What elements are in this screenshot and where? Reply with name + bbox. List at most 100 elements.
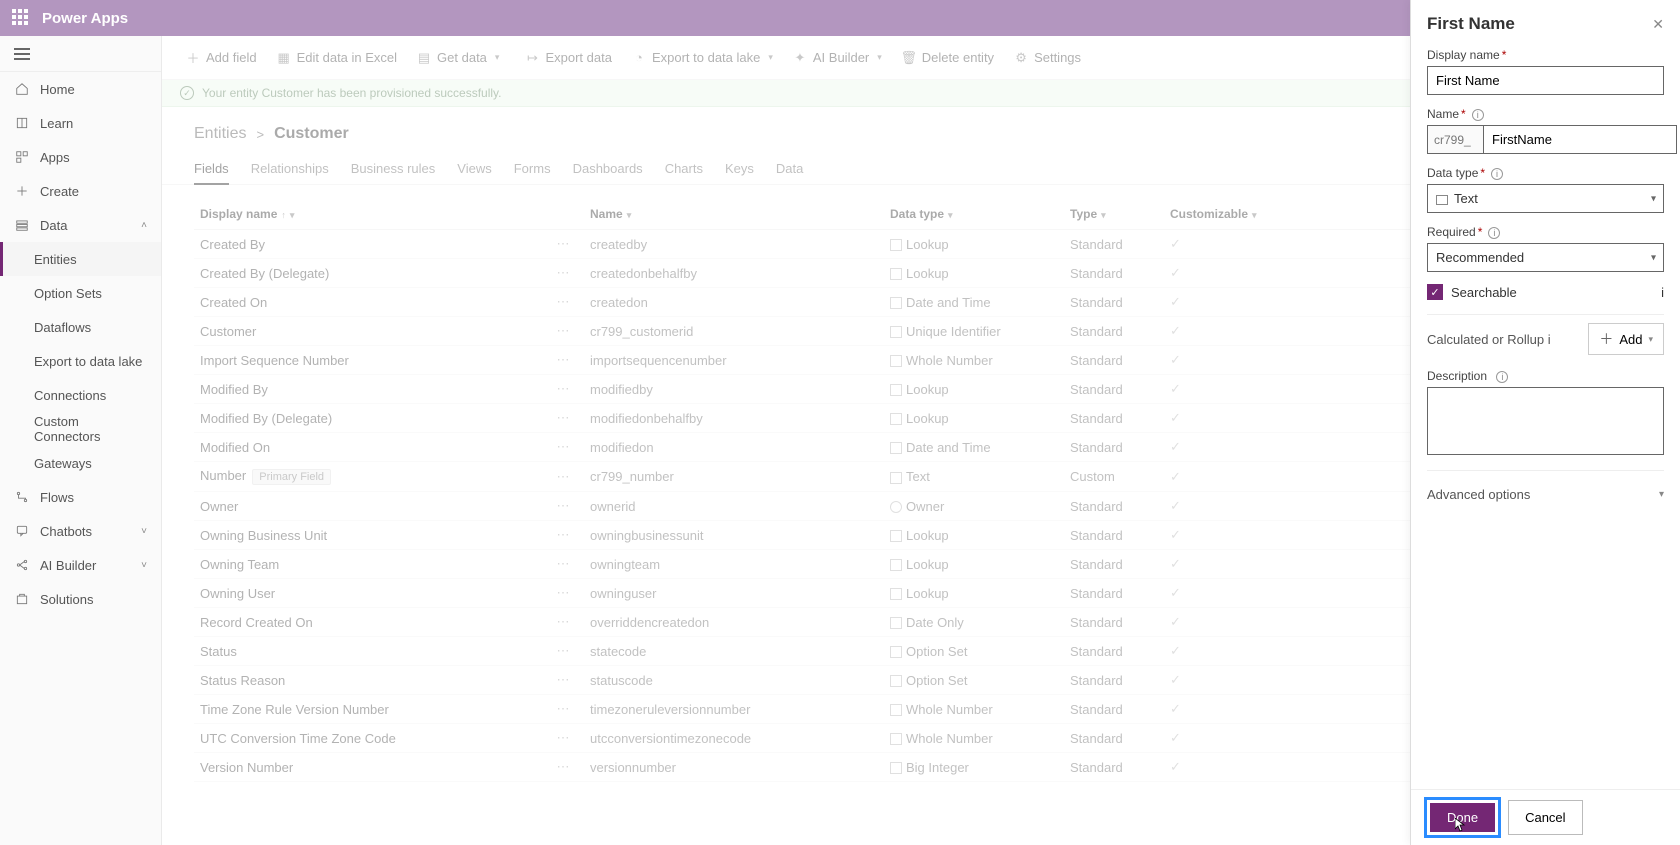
col-name[interactable]: Name▾ bbox=[584, 199, 884, 230]
row-more-button[interactable]: ⋯ bbox=[544, 288, 584, 317]
breadcrumb-separator: > bbox=[256, 127, 264, 142]
row-more-button[interactable]: ⋯ bbox=[544, 608, 584, 637]
info-icon[interactable]: i bbox=[1488, 227, 1500, 239]
tab-charts[interactable]: Charts bbox=[665, 153, 703, 184]
tab-relationships[interactable]: Relationships bbox=[251, 153, 329, 184]
row-more-button[interactable]: ⋯ bbox=[544, 375, 584, 404]
row-more-button[interactable]: ⋯ bbox=[544, 317, 584, 346]
required-select[interactable]: Recommended bbox=[1427, 243, 1664, 272]
cancel-button[interactable]: Cancel bbox=[1508, 800, 1582, 835]
sidebar-item-export-to-data-lake[interactable]: Export to data lake bbox=[0, 344, 161, 378]
primary-field-badge: Primary Field bbox=[252, 469, 331, 485]
cell-data-type: Lookup bbox=[884, 230, 1064, 259]
datatype-icon bbox=[890, 762, 902, 774]
cell-data-type: Option Set bbox=[884, 637, 1064, 666]
hamburger-icon[interactable] bbox=[14, 48, 30, 60]
sidebar-item-apps[interactable]: Apps bbox=[0, 140, 161, 174]
row-more-button[interactable]: ⋯ bbox=[544, 521, 584, 550]
done-button[interactable]: Done bbox=[1430, 803, 1495, 832]
delete-entity-button[interactable]: 🗑Delete entity bbox=[896, 46, 1000, 69]
cell-display-name: Version Number bbox=[194, 753, 544, 782]
info-icon[interactable]: i bbox=[1548, 332, 1551, 347]
sidebar-item-option-sets[interactable]: Option Sets bbox=[0, 276, 161, 310]
sidebar-item-learn[interactable]: Learn bbox=[0, 106, 161, 140]
row-more-button[interactable]: ⋯ bbox=[544, 259, 584, 288]
searchable-checkbox[interactable]: ✓ bbox=[1427, 284, 1443, 300]
row-more-button[interactable]: ⋯ bbox=[544, 753, 584, 782]
col-display-name[interactable]: Display name↑▾ bbox=[194, 199, 544, 230]
sidebar-item-entities[interactable]: Entities bbox=[0, 242, 161, 276]
datatype-icon bbox=[890, 239, 902, 251]
row-more-button[interactable]: ⋯ bbox=[544, 666, 584, 695]
cell-data-type: Whole Number bbox=[884, 724, 1064, 753]
row-more-button[interactable]: ⋯ bbox=[544, 724, 584, 753]
name-prefix-input[interactable] bbox=[1427, 125, 1483, 154]
sidebar-item-data[interactable]: Data˄ bbox=[0, 208, 161, 242]
info-icon[interactable]: i bbox=[1472, 109, 1484, 121]
info-icon[interactable]: i bbox=[1496, 371, 1508, 383]
row-more-button[interactable]: ⋯ bbox=[544, 346, 584, 375]
cell-type: Standard bbox=[1064, 230, 1164, 259]
tab-forms[interactable]: Forms bbox=[514, 153, 551, 184]
tab-keys[interactable]: Keys bbox=[725, 153, 754, 184]
tab-fields[interactable]: Fields bbox=[194, 153, 229, 184]
cell-name: importsequencenumber bbox=[584, 346, 884, 375]
row-more-button[interactable]: ⋯ bbox=[544, 550, 584, 579]
name-input[interactable] bbox=[1483, 125, 1677, 154]
datatype-icon bbox=[890, 646, 902, 658]
sidebar-item-label: Entities bbox=[34, 252, 77, 267]
row-more-button[interactable]: ⋯ bbox=[544, 462, 584, 492]
sidebar-icon bbox=[14, 523, 30, 539]
sidebar-item-gateways[interactable]: Gateways bbox=[0, 446, 161, 480]
tab-business-rules[interactable]: Business rules bbox=[351, 153, 436, 184]
sidebar-item-dataflows[interactable]: Dataflows bbox=[0, 310, 161, 344]
check-icon: ✓ bbox=[1170, 469, 1181, 485]
sidebar-item-custom-connectors[interactable]: Custom Connectors bbox=[0, 412, 161, 446]
export-lake-button[interactable]: ◔Export to data lake▾ bbox=[626, 46, 779, 69]
settings-button[interactable]: ⚙Settings bbox=[1008, 46, 1087, 69]
waffle-icon[interactable] bbox=[12, 9, 30, 27]
row-more-button[interactable]: ⋯ bbox=[544, 492, 584, 521]
sidebar-item-chatbots[interactable]: Chatbots˅ bbox=[0, 514, 161, 548]
col-data-type[interactable]: Data type▾ bbox=[884, 199, 1064, 230]
display-name-input[interactable] bbox=[1427, 66, 1664, 95]
sidebar-item-flows[interactable]: Flows bbox=[0, 480, 161, 514]
add-field-button[interactable]: ＋Add field bbox=[180, 46, 263, 69]
tab-data[interactable]: Data bbox=[776, 153, 803, 184]
row-more-button[interactable]: ⋯ bbox=[544, 404, 584, 433]
sidebar-item-ai-builder[interactable]: AI Builder˅ bbox=[0, 548, 161, 582]
chevron-down-icon: ▾ bbox=[948, 210, 953, 220]
row-more-button[interactable]: ⋯ bbox=[544, 637, 584, 666]
sidebar-item-connections[interactable]: Connections bbox=[0, 378, 161, 412]
sidebar-item-solutions[interactable]: Solutions bbox=[0, 582, 161, 616]
tab-dashboards[interactable]: Dashboards bbox=[573, 153, 643, 184]
edit-excel-button[interactable]: ▦Edit data in Excel bbox=[271, 46, 403, 69]
cell-type: Standard bbox=[1064, 550, 1164, 579]
description-textarea[interactable] bbox=[1427, 387, 1664, 455]
row-more-button[interactable]: ⋯ bbox=[544, 433, 584, 462]
row-more-button[interactable]: ⋯ bbox=[544, 695, 584, 724]
cell-type: Standard bbox=[1064, 375, 1164, 404]
brand-label: Power Apps bbox=[42, 10, 128, 27]
info-icon[interactable]: i bbox=[1661, 285, 1664, 300]
close-icon[interactable]: ✕ bbox=[1652, 16, 1664, 33]
sidebar-item-create[interactable]: Create bbox=[0, 174, 161, 208]
sidebar-item-label: Flows bbox=[40, 490, 74, 505]
row-more-button[interactable]: ⋯ bbox=[544, 579, 584, 608]
add-button[interactable]: ＋Add▾ bbox=[1588, 323, 1664, 355]
get-data-button[interactable]: ▤Get data▾ bbox=[411, 46, 505, 69]
data-type-select[interactable]: Text bbox=[1427, 184, 1664, 213]
col-type[interactable]: Type▾ bbox=[1064, 199, 1164, 230]
export-data-button[interactable]: ↦Export data bbox=[519, 46, 618, 69]
panel-title: First Name bbox=[1427, 14, 1515, 34]
row-more-button[interactable]: ⋯ bbox=[544, 230, 584, 259]
cell-display-name: Import Sequence Number bbox=[194, 346, 544, 375]
datatype-icon bbox=[890, 413, 902, 425]
ai-builder-button[interactable]: ✦AI Builder▾ bbox=[787, 46, 888, 69]
tab-views[interactable]: Views bbox=[457, 153, 491, 184]
cell-display-name: UTC Conversion Time Zone Code bbox=[194, 724, 544, 753]
sidebar-item-home[interactable]: Home bbox=[0, 72, 161, 106]
info-icon[interactable]: i bbox=[1491, 168, 1503, 180]
advanced-options-toggle[interactable]: Advanced options ▾ bbox=[1427, 479, 1664, 510]
breadcrumb-root[interactable]: Entities bbox=[194, 125, 246, 143]
